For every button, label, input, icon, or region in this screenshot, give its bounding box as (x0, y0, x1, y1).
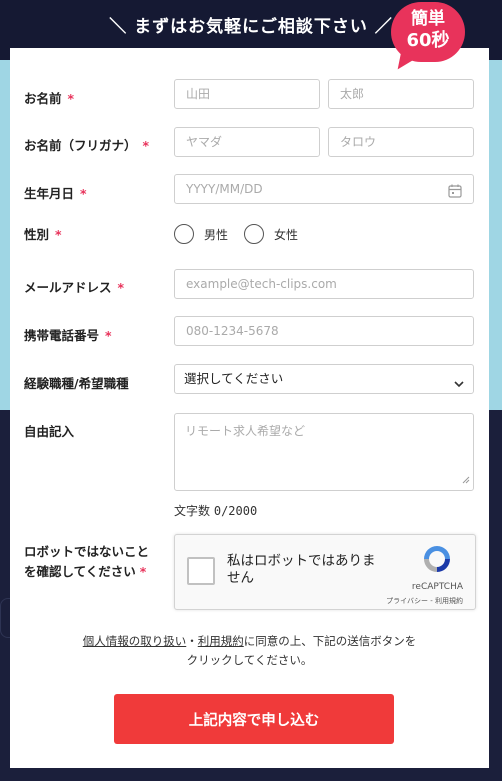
job-label-text: 経験職種/希望職種 (24, 376, 129, 391)
gender-female-label[interactable]: 女性 (274, 226, 298, 243)
birthdate-label: 生年月日 * (24, 183, 87, 202)
recaptcha-links: プライバシー - 利用規約 (386, 596, 463, 606)
submit-button[interactable]: 上記内容で申し込む (114, 694, 394, 744)
gender-male-label[interactable]: 男性 (204, 226, 228, 243)
consent-line1-rest: に同意の上、下記の送信ボタンを (243, 634, 417, 648)
email-placeholder: example@tech-clips.com (186, 277, 337, 291)
chevron-down-icon (453, 372, 465, 400)
required-mark: * (139, 564, 147, 579)
required-mark: * (67, 91, 75, 106)
birthdate-placeholder: YYYY/MM/DD (186, 182, 263, 196)
required-mark: * (142, 138, 150, 153)
birthdate-label-text: 生年月日 (24, 186, 75, 201)
gender-radio-female[interactable] (244, 224, 264, 244)
birthdate-input[interactable]: YYYY/MM/DD (174, 174, 474, 204)
recaptcha-link-separator: - (428, 597, 435, 605)
char-counter-prefix: 文字数 (174, 504, 211, 518)
job-label: 経験職種/希望職種 (24, 373, 129, 392)
first-name-placeholder: 太郎 (340, 87, 365, 101)
form-card: お名前 * 山田 太郎 お名前（フリガナ） * ヤマダ タロウ 生年月日 * YYYY… (10, 48, 489, 768)
job-select-value: 選択してください (184, 371, 284, 386)
job-select[interactable]: 選択してください (174, 364, 474, 394)
captcha-label-line1: ロボットではないこと (24, 544, 150, 559)
last-name-kana-placeholder: ヤマダ (186, 135, 223, 149)
speed-badge: 簡単 60秒 (391, 2, 465, 62)
required-mark: * (117, 280, 125, 295)
last-name-kana-input[interactable]: ヤマダ (174, 127, 320, 157)
consent-line2: クリックしてください。 (186, 653, 313, 667)
terms-link[interactable]: 利用規約 (198, 634, 244, 648)
required-mark: * (105, 328, 112, 343)
captcha-label-line2: を確認してください (24, 564, 136, 579)
name-label: お名前 * (24, 88, 74, 107)
recaptcha-checkbox[interactable] (187, 557, 215, 585)
phone-placeholder: 080-1234-5678 (186, 324, 279, 338)
resize-grip-icon[interactable] (462, 473, 470, 487)
phone-label: 携帯電話番号 * (24, 325, 112, 344)
required-mark: * (55, 227, 62, 242)
recaptcha-checkbox-label: 私はロボットではありません (227, 553, 376, 586)
email-label: メールアドレス * (24, 277, 124, 296)
gender-label: 性別 * (24, 224, 62, 243)
last-name-placeholder: 山田 (186, 87, 211, 101)
first-name-kana-input[interactable]: タロウ (328, 127, 474, 157)
phone-input[interactable]: 080-1234-5678 (174, 316, 474, 346)
email-label-text: メールアドレス (24, 280, 112, 295)
last-name-input[interactable]: 山田 (174, 79, 320, 109)
badge-line2: 60秒 (406, 30, 450, 51)
first-name-kana-placeholder: タロウ (340, 135, 377, 149)
free-text-label: 自由記入 (24, 421, 74, 440)
consent-text: 個人情報の取り扱い・利用規約に同意の上、下記の送信ボタンを クリックしてください… (10, 632, 489, 670)
free-text-textarea[interactable]: リモート求人希望など (174, 413, 474, 491)
required-mark: * (80, 186, 87, 201)
consent-dot: ・ (186, 634, 198, 648)
name-kana-label-text: お名前（フリガナ） (24, 138, 137, 153)
free-text-label-text: 自由記入 (24, 424, 75, 439)
char-counter-value: 0/2000 (213, 504, 258, 518)
recaptcha-brand: reCAPTCHA (411, 582, 463, 592)
char-counter: 文字数 0/2000 (174, 502, 257, 519)
calendar-icon[interactable] (447, 181, 463, 203)
gender-label-text: 性別 (24, 227, 50, 242)
badge-line1: 簡単 (411, 9, 445, 29)
recaptcha-privacy-link[interactable]: プライバシー (386, 597, 428, 605)
first-name-input[interactable]: 太郎 (328, 79, 474, 109)
phone-label-text: 携帯電話番号 (24, 328, 100, 343)
captcha-label: ロボットではないこと を確認してください * (24, 542, 149, 582)
recaptcha-terms-link[interactable]: 利用規約 (435, 597, 463, 605)
name-label-text: お名前 (24, 91, 62, 106)
email-input[interactable]: example@tech-clips.com (174, 269, 474, 299)
free-text-placeholder: リモート求人希望など (185, 424, 306, 438)
recaptcha-logo-icon (421, 543, 453, 579)
gender-radio-male[interactable] (174, 224, 194, 244)
name-kana-label: お名前（フリガナ） * (24, 135, 149, 154)
recaptcha-widget: 私はロボットではありません reCAPTCHA プライバシー - 利用規約 (174, 534, 476, 610)
privacy-policy-link[interactable]: 個人情報の取り扱い (83, 634, 187, 648)
